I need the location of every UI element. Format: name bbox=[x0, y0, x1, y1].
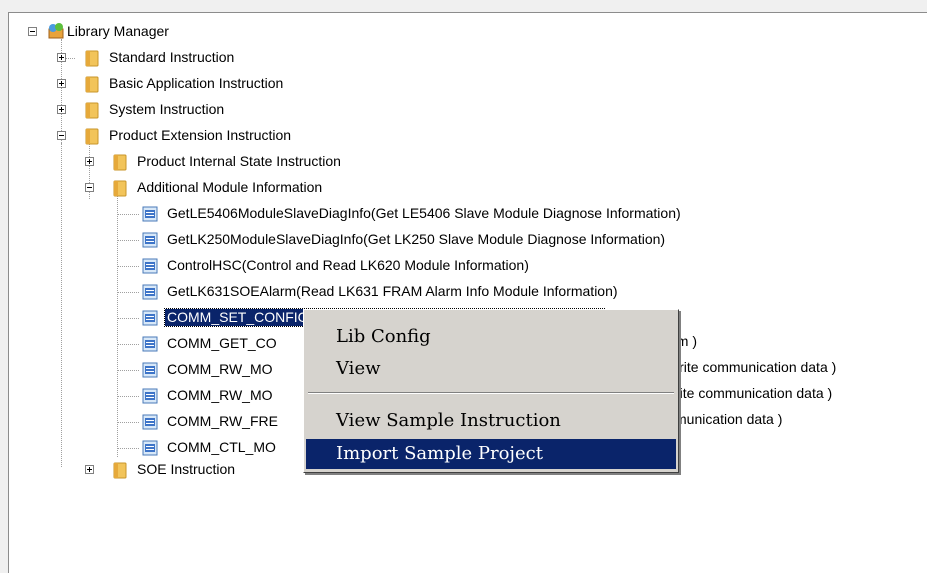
expand-icon[interactable] bbox=[85, 465, 94, 474]
tree-label-tail: write communication data ) bbox=[669, 359, 837, 375]
tree-line bbox=[117, 396, 139, 397]
instruction-icon bbox=[142, 206, 158, 222]
folder-icon bbox=[85, 76, 99, 93]
collapse-icon[interactable] bbox=[28, 27, 37, 36]
tree-label: GetLK631SOEAlarm(Read LK631 FRAM Alarm I… bbox=[167, 283, 618, 299]
menu-separator bbox=[308, 392, 674, 394]
tree-label: COMM_GET_CO bbox=[167, 335, 277, 351]
tree-line bbox=[117, 292, 139, 293]
instruction-icon bbox=[142, 336, 158, 352]
tree-label: Product Extension Instruction bbox=[109, 127, 292, 143]
tree-label: COMM_RW_MO bbox=[167, 361, 273, 377]
tree-label: SOE Instruction bbox=[137, 461, 236, 477]
folder-icon bbox=[113, 180, 127, 197]
tree-node-instruction[interactable]: GetLK250ModuleSlaveDiagInfo(Get LK250 Sl… bbox=[9, 229, 709, 251]
folder-icon bbox=[85, 128, 99, 145]
folder-icon bbox=[85, 102, 99, 119]
tree-label: Additional Module Information bbox=[137, 179, 323, 195]
expand-icon[interactable] bbox=[57, 53, 66, 62]
instruction-icon bbox=[142, 232, 158, 248]
tree-line bbox=[117, 422, 139, 423]
menu-item-view-sample-instruction[interactable]: View Sample Instruction bbox=[306, 406, 676, 436]
tree-label: COMM_RW_FRE bbox=[167, 413, 278, 429]
tree-label: ControlHSC(Control and Read LK620 Module… bbox=[167, 257, 529, 273]
instruction-icon bbox=[142, 440, 158, 456]
tree-node-product-internal-state[interactable]: Product Internal State Instruction bbox=[9, 151, 409, 173]
tree-node-product-extension-instruction[interactable]: Product Extension Instruction bbox=[9, 125, 329, 147]
tree-label: Library Manager bbox=[67, 23, 169, 39]
tree-line bbox=[117, 240, 139, 241]
collapse-icon[interactable] bbox=[57, 131, 66, 140]
instruction-icon bbox=[142, 284, 158, 300]
tree-node-instruction[interactable]: GetLE5406ModuleSlaveDiagInfo(Get LE5406 … bbox=[9, 203, 709, 225]
menu-item-import-sample-project[interactable]: Import Sample Project bbox=[306, 439, 676, 469]
tree-node-instruction[interactable]: ControlHSC(Control and Read LK620 Module… bbox=[9, 255, 709, 277]
context-menu: Lib Config View View Sample Instruction … bbox=[303, 309, 679, 473]
instruction-icon bbox=[142, 388, 158, 404]
tree-label-tail: rite communication data ) bbox=[675, 385, 833, 401]
tree-label: GetLE5406ModuleSlaveDiagInfo(Get LE5406 … bbox=[167, 205, 681, 221]
tree-label: System Instruction bbox=[109, 101, 225, 117]
tree-node-instruction[interactable]: GetLK631SOEAlarm(Read LK631 FRAM Alarm I… bbox=[9, 281, 709, 303]
folder-icon bbox=[113, 154, 127, 171]
tree-label: COMM_CTL_MO bbox=[167, 439, 276, 455]
tree-line bbox=[117, 214, 139, 215]
tree-line bbox=[117, 344, 139, 345]
tree-label: COMM_RW_MO bbox=[167, 387, 273, 403]
tree-node-basic-application-instruction[interactable]: Basic Application Instruction bbox=[9, 73, 329, 95]
instruction-icon bbox=[142, 258, 158, 274]
folder-icon bbox=[113, 462, 127, 479]
folder-icon bbox=[85, 50, 99, 67]
tree-label: Product Internal State Instruction bbox=[137, 153, 341, 169]
tree-line bbox=[117, 448, 139, 449]
tree-node-library-manager[interactable]: Library Manager bbox=[9, 21, 309, 43]
expand-icon[interactable] bbox=[85, 157, 94, 166]
tree-line bbox=[117, 266, 139, 267]
tree-node-standard-instruction[interactable]: Standard Instruction bbox=[9, 47, 309, 69]
tree-label: GetLK250ModuleSlaveDiagInfo(Get LK250 Sl… bbox=[167, 231, 666, 247]
tree-label: Basic Application Instruction bbox=[109, 75, 284, 91]
instruction-icon bbox=[142, 362, 158, 378]
tree-line bbox=[117, 370, 139, 371]
tree-label-tail: munication data ) bbox=[675, 411, 783, 427]
instruction-icon bbox=[142, 310, 158, 326]
tree-label: Standard Instruction bbox=[109, 49, 235, 65]
tree-line bbox=[117, 318, 139, 319]
tree-node-additional-module-information[interactable]: Additional Module Information bbox=[9, 177, 409, 199]
instruction-icon bbox=[142, 414, 158, 430]
tree-node-soe-instruction[interactable]: SOE Instruction bbox=[9, 459, 309, 481]
library-tree-panel: Library Manager Standard Instruction Bas… bbox=[8, 12, 927, 573]
tree-node-system-instruction[interactable]: System Instruction bbox=[9, 99, 309, 121]
library-icon bbox=[48, 23, 64, 39]
expand-icon[interactable] bbox=[57, 105, 66, 114]
menu-item-lib-config[interactable]: Lib Config bbox=[306, 322, 676, 352]
expand-icon[interactable] bbox=[57, 79, 66, 88]
menu-item-view[interactable]: View bbox=[306, 354, 676, 384]
collapse-icon[interactable] bbox=[85, 183, 94, 192]
